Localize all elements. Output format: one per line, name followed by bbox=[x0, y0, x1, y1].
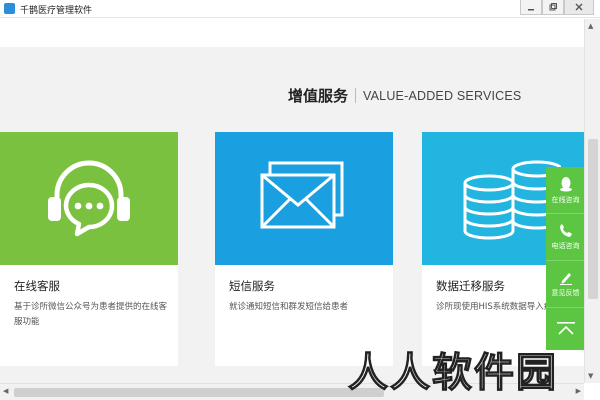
window-titlebar[interactable]: 千鹊医疗管理软件 bbox=[0, 0, 600, 18]
phone-consult-button[interactable]: 电话咨询 bbox=[546, 214, 585, 261]
scroll-left-icon[interactable]: ◀ bbox=[3, 387, 8, 395]
qq-penguin-icon bbox=[559, 176, 572, 191]
section-divider bbox=[355, 88, 357, 103]
scroll-down-icon[interactable]: ▼ bbox=[588, 372, 593, 380]
card-title: 短信服务 bbox=[229, 279, 275, 293]
card-online-service[interactable]: 在线客服 基于诊所微信公众号为患者提供的在线客服功能 bbox=[0, 132, 178, 366]
online-consult-label: 在线咨询 bbox=[551, 195, 580, 204]
close-icon bbox=[575, 3, 583, 11]
section-title-en: VALUE-ADDED SERVICES bbox=[363, 88, 522, 103]
section-header: 增值服务 VALUE-ADDED SERVICES bbox=[288, 85, 521, 106]
feedback-label: 意见反馈 bbox=[551, 289, 580, 297]
card-title: 在线客服 bbox=[14, 279, 60, 293]
envelope-icon bbox=[260, 161, 344, 228]
card-sms-service[interactable]: 短信服务 就诊通知短信和群发短信给患者 bbox=[215, 132, 393, 366]
card-online-service-banner bbox=[0, 132, 178, 265]
scroll-up-icon[interactable]: ▲ bbox=[588, 22, 593, 30]
chat-headset-icon bbox=[48, 160, 130, 236]
vertical-scrollbar[interactable]: ▲ ▼ bbox=[584, 19, 600, 383]
back-to-top-icon bbox=[556, 322, 575, 335]
watermark-text: 人人软件园 bbox=[347, 349, 558, 396]
app-logo-icon bbox=[4, 3, 15, 14]
main-content: 增值服务 VALUE-ADDED SERVICES 在线客服 基于诊所微信公众号… bbox=[0, 47, 584, 383]
scroll-right-icon[interactable]: ▶ bbox=[576, 387, 581, 395]
top-spacer bbox=[0, 19, 584, 47]
window-title: 千鹊医疗管理软件 bbox=[20, 6, 93, 16]
card-title: 数据迁移服务 bbox=[436, 279, 505, 293]
restore-icon bbox=[549, 3, 557, 11]
pen-icon bbox=[559, 273, 572, 285]
card-sms-service-banner bbox=[215, 132, 393, 265]
online-consult-button[interactable]: 在线咨询 bbox=[546, 167, 585, 214]
card-description: 基于诊所微信公众号为患者提供的在线客服功能 bbox=[14, 302, 168, 327]
close-button[interactable] bbox=[564, 0, 594, 15]
phone-consult-label: 电话咨询 bbox=[551, 242, 580, 250]
minimize-button[interactable] bbox=[520, 0, 542, 15]
maximize-button[interactable] bbox=[542, 0, 564, 15]
horizontal-scroll-thumb[interactable] bbox=[14, 388, 384, 397]
section-title-cn: 增值服务 bbox=[288, 87, 349, 105]
phone-icon bbox=[559, 224, 572, 237]
floating-contact-bar: 在线咨询 电话咨询 意见反馈 bbox=[546, 167, 585, 350]
window-controls bbox=[520, 0, 594, 15]
minimize-icon bbox=[528, 9, 534, 11]
feedback-button[interactable]: 意见反馈 bbox=[546, 261, 585, 308]
card-description: 就诊通知短信和群发短信给患者 bbox=[229, 302, 349, 312]
vertical-scroll-thumb[interactable] bbox=[588, 139, 598, 299]
